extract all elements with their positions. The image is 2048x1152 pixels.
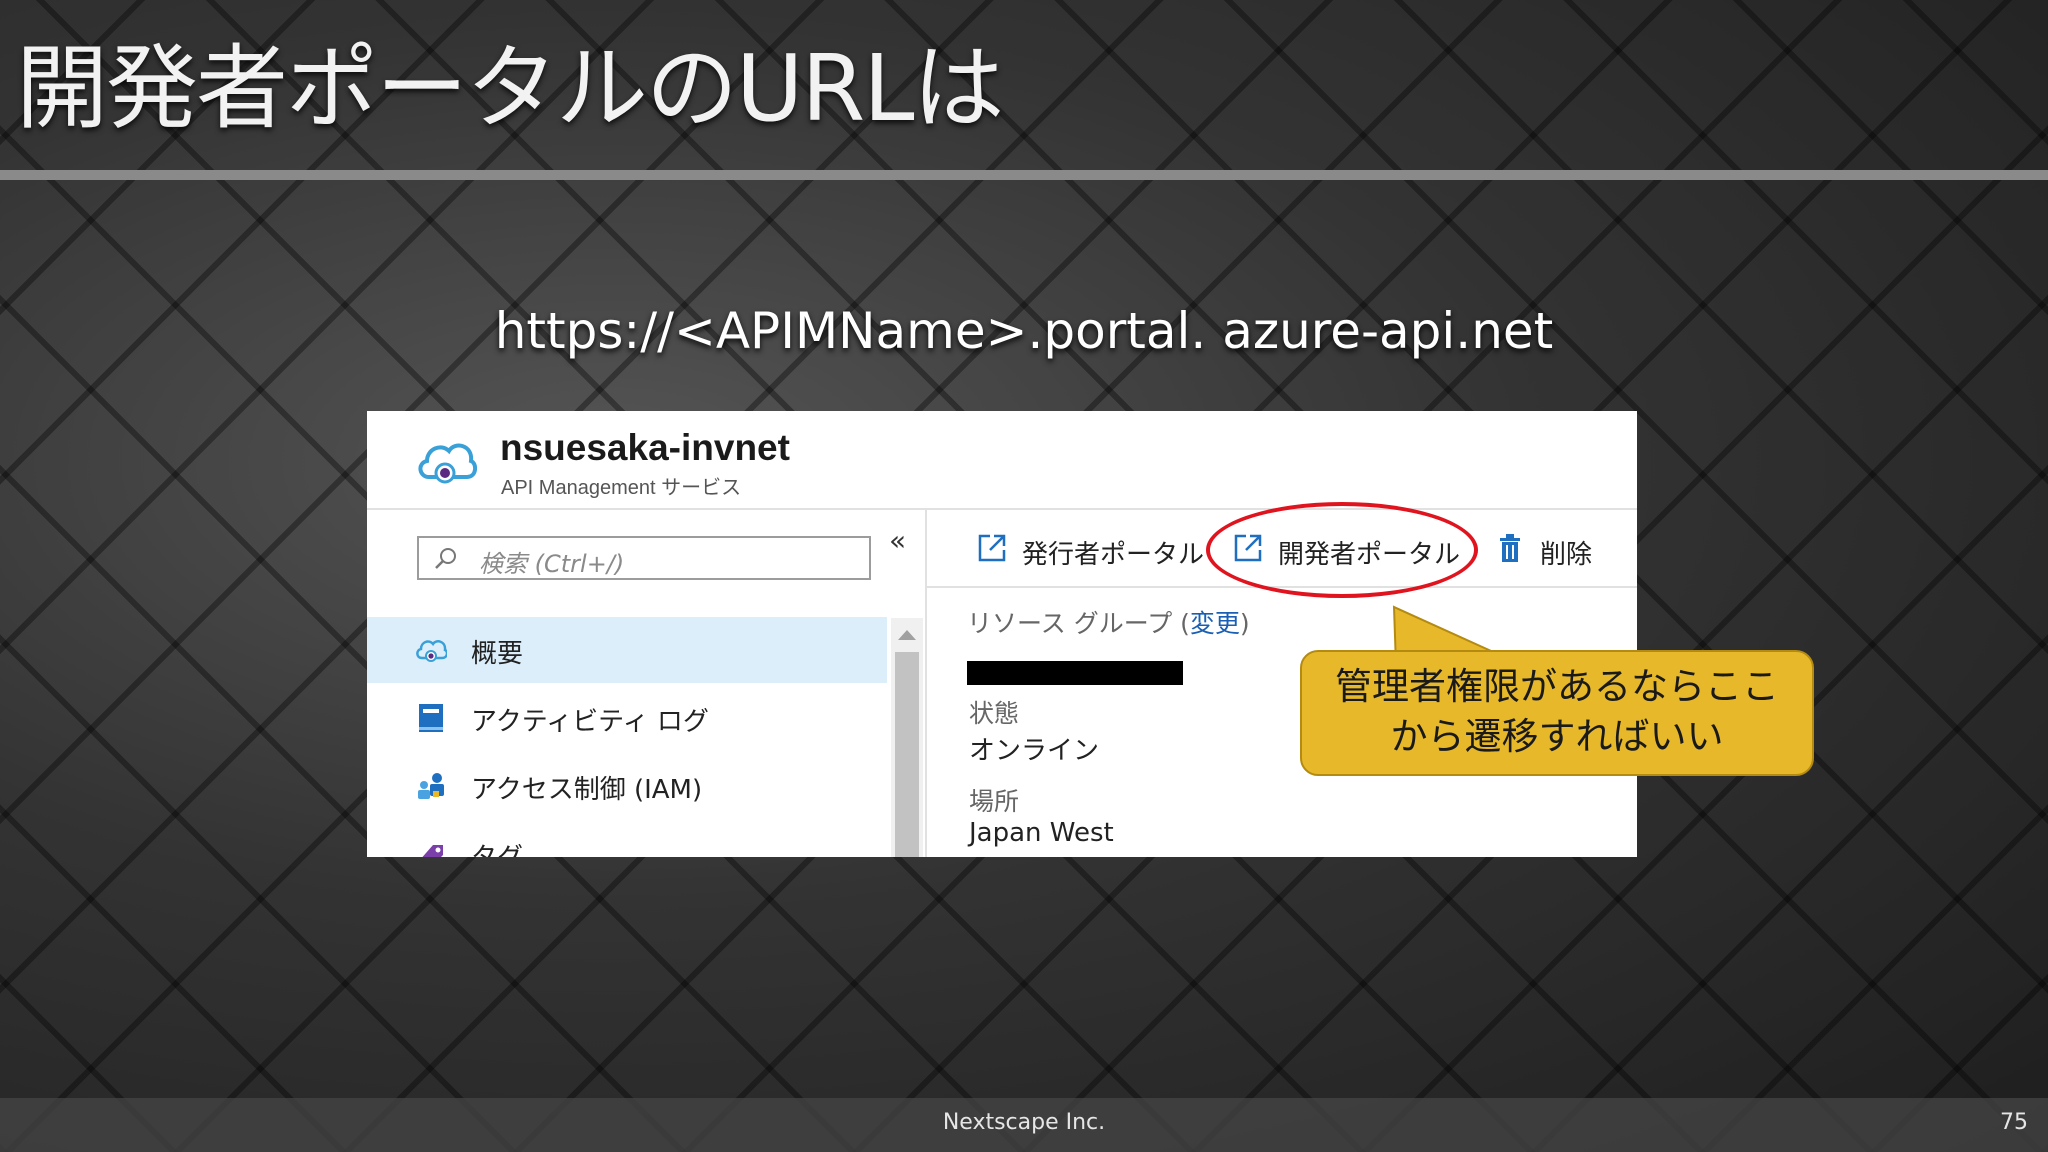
nav-item-label: タグ — [471, 837, 523, 857]
scroll-thumb[interactable] — [895, 652, 919, 857]
nav-item-access-control[interactable]: アクセス制御 (IAM) — [367, 753, 887, 819]
page-number: 75 — [2000, 1110, 2028, 1135]
nav-item-activity-log[interactable]: アクティビティ ログ — [367, 685, 887, 751]
resource-group-label: リソース グループ (変更) — [967, 609, 1250, 638]
log-book-icon — [419, 704, 443, 732]
cloud-icon — [416, 640, 447, 662]
callout-line-2: から遷移すればいい — [1390, 715, 1724, 758]
scroll-up-arrow-icon[interactable] — [898, 630, 916, 640]
nav-item-label: アクティビティ ログ — [471, 707, 709, 737]
callout-note: 管理者権限があるならここ から遷移すればいい — [1300, 650, 1814, 776]
api-management-cloud-icon — [418, 443, 477, 484]
change-resource-group-link[interactable]: 変更 — [1190, 609, 1240, 638]
location-value: Japan West — [969, 818, 1114, 848]
status-label: 状態 — [969, 699, 1020, 728]
title-divider — [0, 170, 2048, 180]
resource-header: nsuesaka-invnet API Management サービス — [367, 411, 1637, 510]
nav-item-label: 概要 — [471, 639, 524, 669]
location-label: 場所 — [969, 787, 1020, 816]
users-icon — [418, 773, 444, 799]
nav-scrollbar[interactable] — [891, 618, 923, 857]
collapse-menu-button[interactable]: « — [889, 524, 906, 557]
footer-company: Nextscape Inc. — [942, 1110, 1106, 1135]
callout-line-1: 管理者権限があるならここ — [1335, 665, 1779, 708]
left-navigation-pane: 検索 (Ctrl+/) « 概要 アクティビティ ログ アクセス制御 (IAM) — [367, 510, 927, 857]
nav-item-overview[interactable]: 概要 — [367, 617, 887, 683]
tag-icon — [422, 845, 443, 857]
resource-type: API Management サービス — [501, 477, 742, 499]
search-input[interactable]: 検索 (Ctrl+/) — [417, 536, 871, 580]
search-icon — [435, 548, 456, 569]
search-placeholder: 検索 (Ctrl+/) — [479, 550, 625, 578]
status-value: オンライン — [969, 736, 1100, 766]
nav-item-tags[interactable]: タグ — [367, 821, 887, 857]
nav-item-label: アクセス制御 (IAM) — [471, 775, 703, 805]
resource-name: nsuesaka-invnet — [500, 427, 790, 468]
slide-title: 開発者ポータルのURLは — [16, 35, 1005, 142]
portal-url-text: https://<APIMName>.portal. azure-api.net — [494, 302, 1554, 360]
redacted-resource-group — [967, 661, 1183, 685]
